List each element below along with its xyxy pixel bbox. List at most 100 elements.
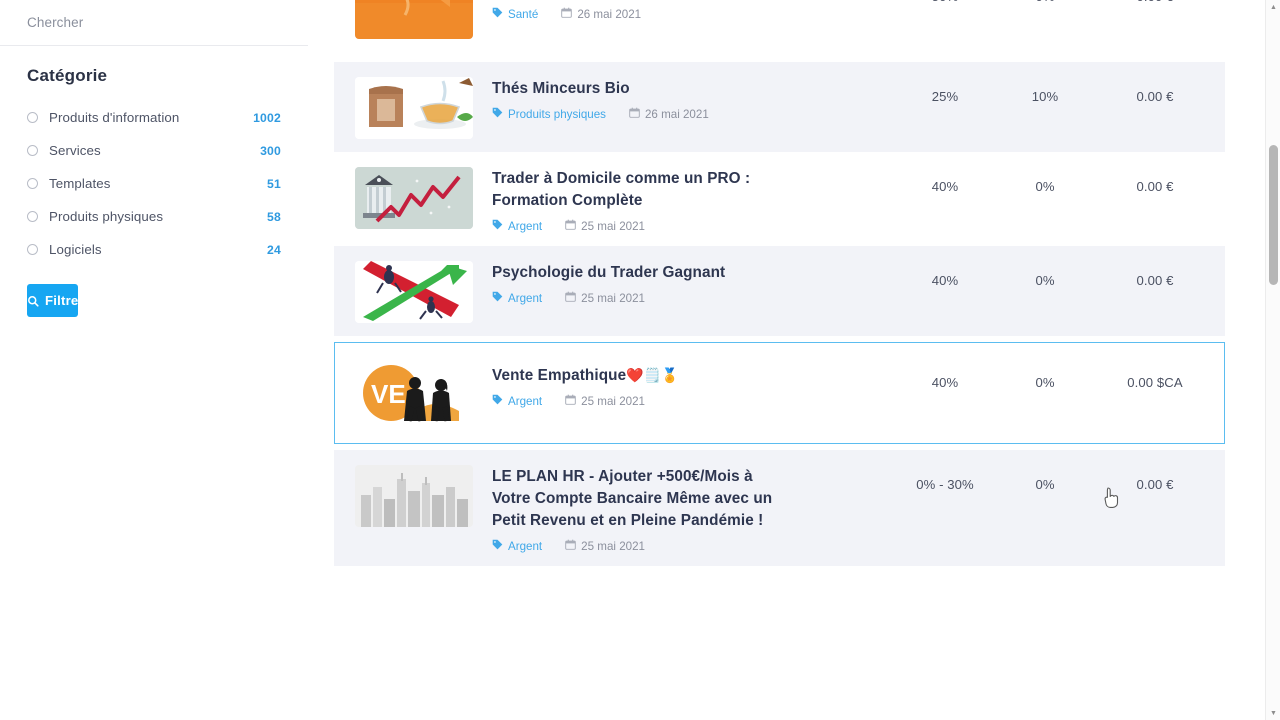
product-title[interactable]: Psychologie du Trader Gagnant bbox=[492, 262, 895, 284]
row-primary-cell: VE Vente Empathique❤️🗒️🏅 Argent 25 mai 2… bbox=[335, 349, 895, 437]
row-text-block: Lune Santé bbox=[492, 0, 895, 39]
radio-unchecked-icon[interactable] bbox=[27, 244, 38, 255]
sidebar-item-logiciels[interactable]: Logiciels 24 bbox=[0, 233, 308, 266]
table-row-selected[interactable]: VE Vente Empathique❤️🗒️🏅 Argent 25 mai 2… bbox=[334, 342, 1280, 444]
row-meta: Argent 25 mai 2021 bbox=[492, 539, 895, 553]
tag-icon bbox=[492, 539, 503, 553]
product-tag-label: Argent bbox=[508, 219, 543, 233]
price-value: 0.00 € bbox=[1095, 0, 1215, 4]
product-title[interactable]: LE PLAN HR - Ajouter +500€/Mois à Votre … bbox=[492, 466, 792, 532]
radio-unchecked-icon[interactable] bbox=[27, 178, 38, 189]
category-count: 58 bbox=[267, 209, 281, 224]
browser-scrollbar[interactable]: ▲ ▼ bbox=[1265, 0, 1280, 720]
product-title[interactable]: Trader à Domicile comme un PRO : Formati… bbox=[492, 168, 822, 212]
tag-icon bbox=[492, 394, 503, 408]
product-date: 25 mai 2021 bbox=[565, 219, 645, 233]
category-label: Services bbox=[49, 143, 101, 158]
scrollbar-thumb[interactable] bbox=[1269, 145, 1278, 285]
search-input[interactable] bbox=[27, 15, 277, 30]
scroll-up-arrow-icon[interactable]: ▲ bbox=[1266, 0, 1280, 14]
calendar-icon bbox=[629, 107, 640, 121]
category-label: Logiciels bbox=[49, 242, 102, 257]
sidebar-item-produits-dinformation[interactable]: Produits d'information 1002 bbox=[0, 101, 308, 134]
recurring-value: 0% bbox=[1035, 179, 1055, 194]
calendar-icon bbox=[561, 7, 573, 21]
product-tag-label: Argent bbox=[508, 394, 543, 408]
row-primary-cell: Trader à Domicile comme un PRO : Formati… bbox=[335, 153, 895, 245]
product-date-label: 25 mai 2021 bbox=[581, 291, 645, 305]
row-meta: Produits physiques 26 mai 2021 bbox=[492, 107, 895, 121]
product-date: 25 mai 2021 bbox=[565, 394, 645, 408]
table-row[interactable]: LE PLAN HR - Ajouter +500€/Mois à Votre … bbox=[334, 450, 1280, 566]
product-tag[interactable]: Argent bbox=[492, 539, 542, 553]
row-text-block: LE PLAN HR - Ajouter +500€/Mois à Votre … bbox=[492, 465, 895, 553]
search-field-wrapper[interactable] bbox=[0, 0, 308, 46]
sidebar-item-produits-physiques[interactable]: Produits physiques 58 bbox=[0, 200, 308, 233]
commission-value: 25% bbox=[931, 89, 959, 104]
product-tag-label: Argent bbox=[508, 539, 543, 553]
filter-button[interactable]: Filtre bbox=[27, 284, 79, 317]
product-title[interactable]: Thés Minceurs Bio bbox=[492, 78, 895, 100]
row-text-block: Thés Minceurs Bio Produits physiques 26 … bbox=[492, 77, 895, 139]
tag-icon bbox=[492, 219, 503, 233]
table-row[interactable]: Thés Minceurs Bio Produits physiques 26 … bbox=[334, 62, 1280, 152]
row-meta: Argent 25 mai 2021 bbox=[492, 291, 895, 305]
row-primary-cell: LE PLAN HR - Ajouter +500€/Mois à Votre … bbox=[335, 451, 895, 565]
row-value-cells: 40% 0% 0.00 € 0.00 € bbox=[895, 153, 1280, 245]
sidebar-item-templates[interactable]: Templates 51 bbox=[0, 167, 308, 200]
commission-value: 0% - 30% bbox=[916, 477, 974, 492]
price-value: 0.00 € bbox=[1136, 179, 1174, 194]
commission-value: 40% bbox=[931, 179, 959, 194]
category-heading: Catégorie bbox=[27, 66, 108, 85]
product-title-text: Vente Empathique bbox=[492, 367, 627, 384]
row-meta: Argent 25 mai 2021 bbox=[492, 219, 895, 233]
category-label: Produits d'information bbox=[49, 110, 180, 125]
row-meta: Argent 25 mai 2021 bbox=[492, 394, 895, 408]
row-value-cells: 25% 10% 0.00 € 0.00 € bbox=[895, 63, 1280, 151]
radio-unchecked-icon[interactable] bbox=[27, 145, 38, 156]
row-divider bbox=[334, 52, 1225, 62]
recurring-value: 10% bbox=[1031, 89, 1059, 104]
row-text-block: Vente Empathique❤️🗒️🏅 Argent 25 mai 2021 bbox=[492, 363, 895, 425]
row-text-block: Trader à Domicile comme un PRO : Formati… bbox=[492, 167, 895, 233]
table-row[interactable]: Psychologie du Trader Gagnant Argent 25 … bbox=[334, 246, 1280, 336]
row-meta: Santé 26 mai 2021 bbox=[492, 7, 895, 21]
product-tag[interactable]: Produits physiques bbox=[492, 107, 606, 121]
product-date-label: 25 mai 2021 bbox=[581, 219, 645, 233]
search-icon bbox=[27, 295, 39, 307]
product-tag[interactable]: Argent bbox=[492, 291, 542, 305]
product-date-label: 25 mai 2021 bbox=[581, 394, 645, 408]
product-tag[interactable]: Argent bbox=[492, 219, 542, 233]
product-list-panel: Lune Santé bbox=[308, 0, 1280, 720]
calendar-icon bbox=[565, 291, 576, 305]
table-row[interactable]: Lune Santé bbox=[334, 0, 1280, 52]
row-primary-cell: Psychologie du Trader Gagnant Argent 25 … bbox=[335, 247, 895, 335]
category-label: Templates bbox=[49, 176, 111, 191]
radio-unchecked-icon[interactable] bbox=[27, 211, 38, 222]
radio-unchecked-icon[interactable] bbox=[27, 112, 38, 123]
page-root: Catégorie Produits d'information 1002 Se… bbox=[0, 0, 1280, 720]
product-thumbnail: VE bbox=[355, 363, 473, 425]
product-tag[interactable]: Santé bbox=[492, 7, 538, 21]
svg-text:VE: VE bbox=[371, 379, 406, 409]
sidebar-item-services[interactable]: Services 300 bbox=[0, 134, 308, 167]
product-thumbnail bbox=[355, 167, 473, 229]
category-count: 300 bbox=[260, 143, 281, 158]
commission-value: 50% bbox=[895, 0, 995, 4]
tag-icon bbox=[492, 291, 503, 305]
product-tag[interactable]: Argent bbox=[492, 394, 542, 408]
product-title[interactable]: Vente Empathique❤️🗒️🏅 bbox=[492, 364, 895, 387]
category-count: 51 bbox=[267, 176, 281, 191]
price-value: 0.00 € bbox=[1136, 273, 1174, 288]
scroll-down-arrow-icon[interactable]: ▼ bbox=[1266, 706, 1280, 720]
table-row[interactable]: Trader à Domicile comme un PRO : Formati… bbox=[334, 152, 1280, 246]
recurring-value: 0% bbox=[1035, 477, 1055, 492]
row-value-cells: 40% 0% 0.00 € 0.00 € bbox=[895, 247, 1280, 335]
recurring-value: 0% bbox=[1035, 273, 1055, 288]
row-primary-cell: Thés Minceurs Bio Produits physiques 26 … bbox=[335, 63, 895, 151]
calendar-icon bbox=[565, 394, 576, 408]
calendar-icon bbox=[565, 539, 576, 553]
filter-button-label: Filtre bbox=[45, 293, 79, 308]
product-thumbnail bbox=[355, 77, 473, 139]
recurring-value: 0% bbox=[1035, 375, 1055, 390]
